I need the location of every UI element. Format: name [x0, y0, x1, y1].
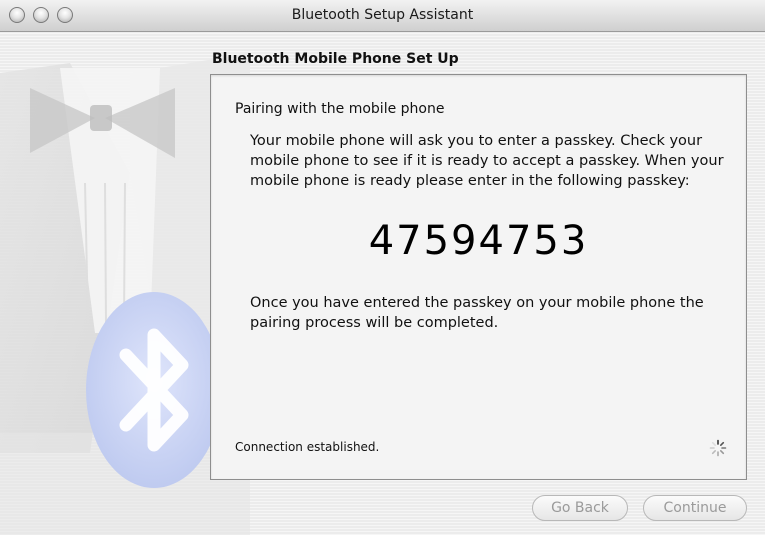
completion-text: Once you have entered the passkey on you…: [250, 295, 704, 331]
bluetooth-icon: [86, 292, 222, 488]
setup-assistant-window: Bluetooth Setup Assistant Bluetooth Mobi…: [0, 0, 765, 535]
instructions-text: Your mobile phone will ask you to enter …: [250, 133, 724, 189]
panel-heading: Pairing with the mobile phone: [235, 101, 445, 117]
title-bar[interactable]: Bluetooth Setup Assistant: [0, 0, 765, 32]
window-title: Bluetooth Setup Assistant: [291, 7, 474, 23]
section-title: Bluetooth Mobile Phone Set Up: [212, 51, 459, 67]
continue-button[interactable]: Continue: [643, 495, 747, 521]
go-back-button[interactable]: Go Back: [532, 495, 628, 521]
spinner-icon: [709, 439, 727, 457]
passkey-display: 47594753: [368, 218, 589, 264]
connection-status: Connection established.: [235, 440, 380, 454]
content-panel: Pairing with the mobile phone Your mobil…: [210, 74, 747, 480]
